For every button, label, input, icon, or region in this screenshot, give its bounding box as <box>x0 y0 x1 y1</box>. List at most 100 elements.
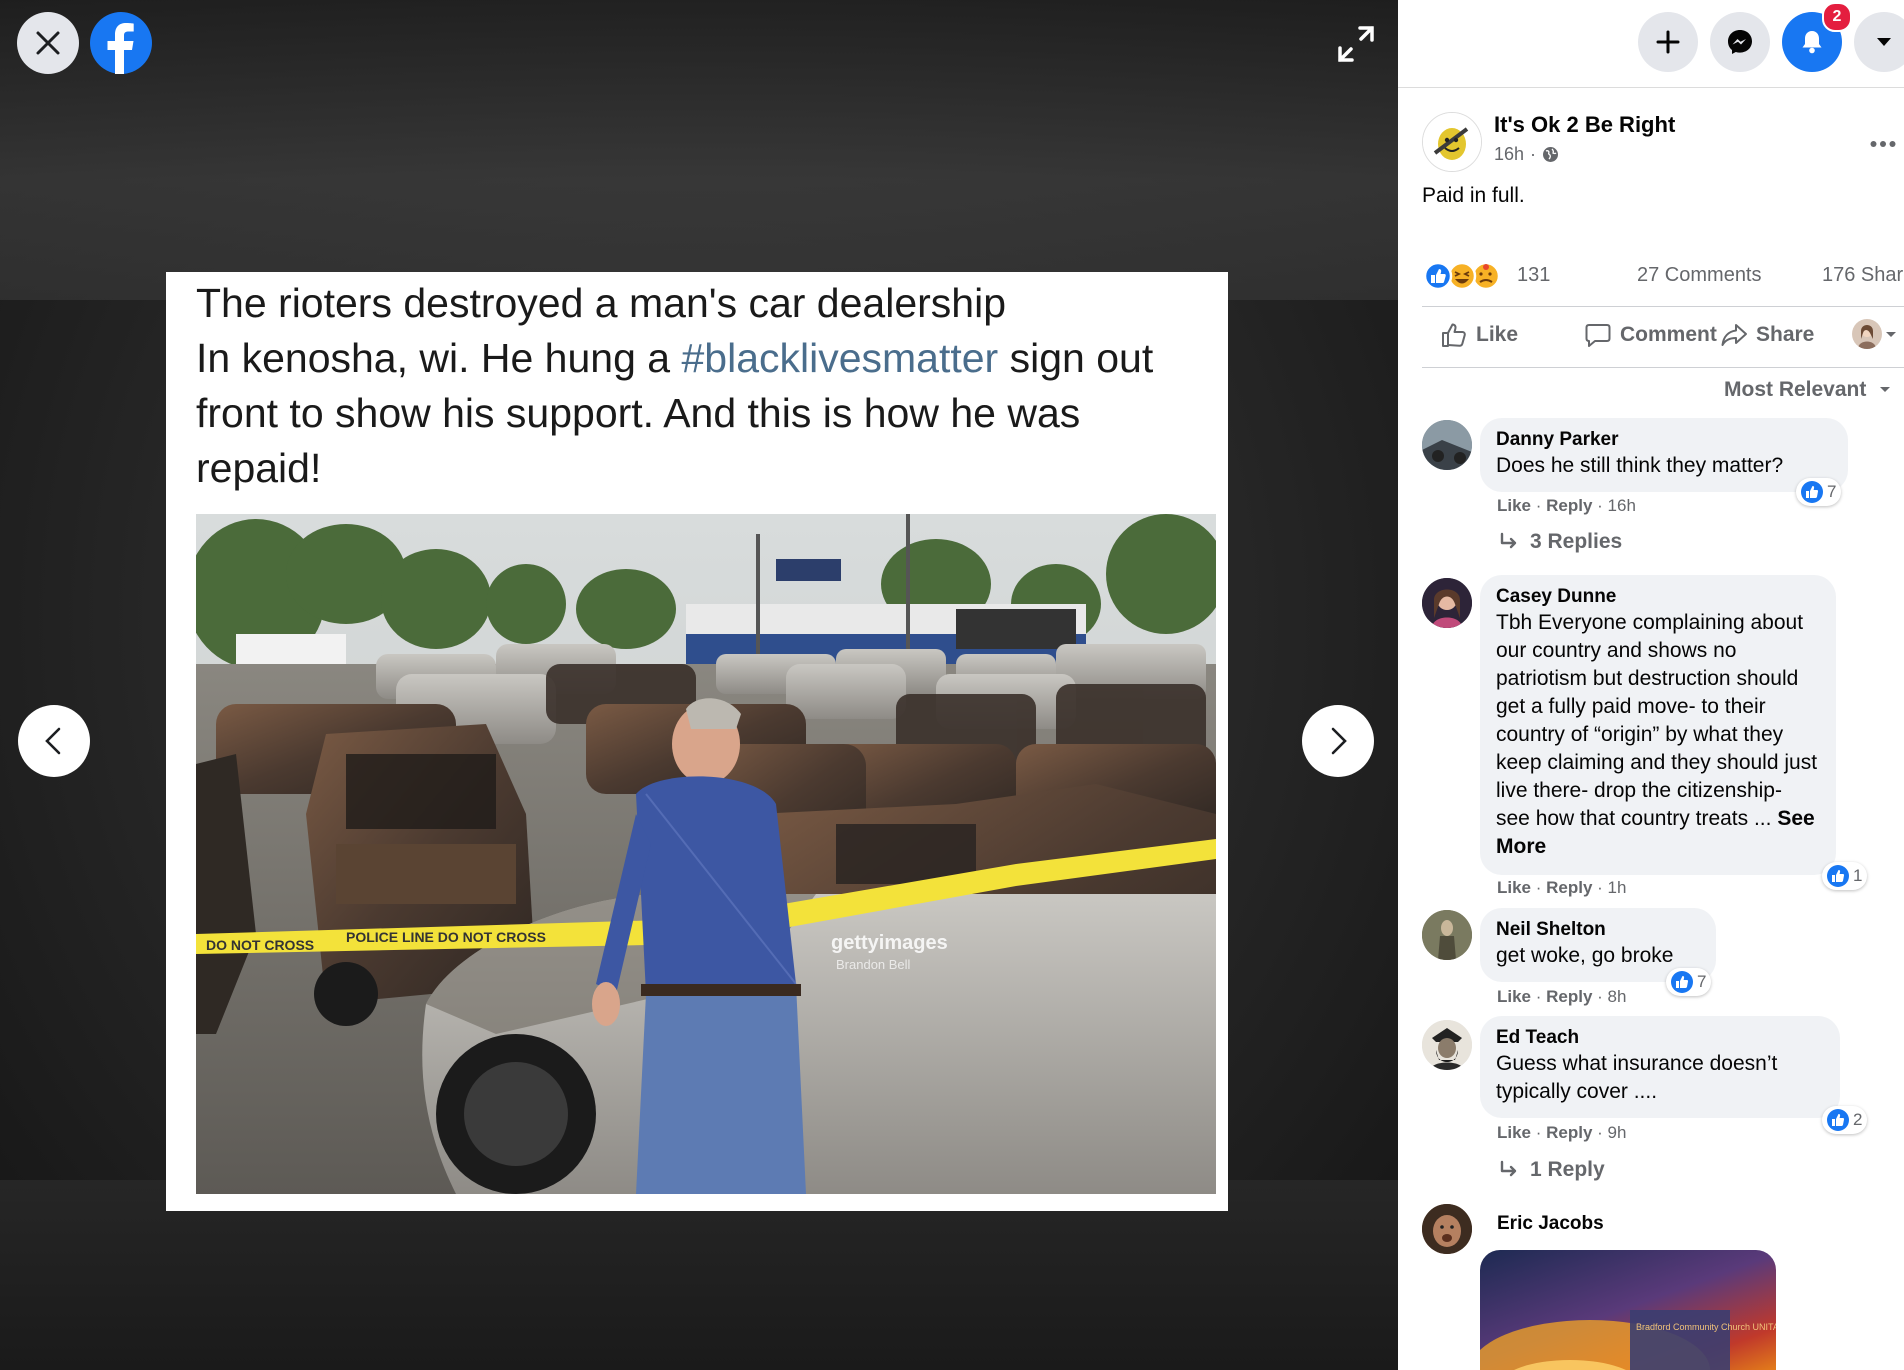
commenter-name[interactable]: Eric Jacobs <box>1497 1212 1604 1236</box>
comment-meta: Like · Reply · 9h <box>1497 1123 1627 1142</box>
like-count: 7 <box>1827 482 1837 501</box>
comment-meta: Like · Reply · 16h <box>1497 496 1636 515</box>
comment-reply-link[interactable]: Reply <box>1546 987 1592 1006</box>
like-reaction-icon <box>1671 971 1693 993</box>
create-button[interactable] <box>1638 12 1698 72</box>
comment-sort-dropdown[interactable]: Most Relevant <box>1724 378 1892 402</box>
commenter-name[interactable]: Neil Shelton <box>1496 918 1700 942</box>
comment-reply-link[interactable]: Reply <box>1546 1123 1592 1142</box>
comment-like-link[interactable]: Like <box>1497 878 1531 897</box>
comment-time[interactable]: 16h <box>1608 496 1636 515</box>
bell-icon <box>1802 31 1822 54</box>
comment-like-link[interactable]: Like <box>1497 496 1531 515</box>
comment-time[interactable]: 8h <box>1608 987 1627 1006</box>
background-blur <box>0 0 1398 300</box>
user-avatar <box>1852 319 1882 349</box>
comment-text: Tbh Everyone complaining about our count… <box>1496 609 1820 861</box>
next-photo-button[interactable] <box>1302 705 1374 777</box>
more-icon <box>1870 141 1896 147</box>
previous-photo-button[interactable] <box>18 705 90 777</box>
share-icon <box>1721 324 1747 346</box>
commenter-name[interactable]: Ed Teach <box>1496 1026 1824 1050</box>
comment-time[interactable]: 9h <box>1608 1123 1627 1142</box>
messenger-icon <box>1728 30 1752 54</box>
meme-caption: The rioters destroyed a man's car dealer… <box>196 276 1206 496</box>
commenter-avatar[interactable] <box>1422 578 1472 628</box>
like-count: 1 <box>1853 866 1863 885</box>
facebook-f-icon <box>107 23 134 74</box>
page-avatar-image <box>1423 113 1481 171</box>
sign-text: Bradford Community Church UNITARIAN UNIV… <box>1636 1322 1776 1332</box>
replies-label: 1 Reply <box>1530 1158 1605 1181</box>
facebook-logo[interactable] <box>90 12 152 74</box>
commenter-avatar[interactable] <box>1422 1204 1472 1254</box>
comment-reply-link[interactable]: Reply <box>1546 878 1592 897</box>
expand-icon <box>1338 26 1374 62</box>
like-button[interactable]: Like <box>1440 321 1518 349</box>
comment-button[interactable]: Comment <box>1584 321 1717 349</box>
comment-bubble: Casey Dunne Tbh Everyone complaining abo… <box>1480 575 1836 875</box>
photo-viewer: The rioters destroyed a man's car dealer… <box>0 0 1398 1370</box>
commenter-avatar[interactable] <box>1422 1020 1472 1070</box>
share-count[interactable]: 176 Shares <box>1822 264 1904 287</box>
comment-like-link[interactable]: Like <box>1497 987 1531 1006</box>
comment-bubble: Danny Parker Does he still think they ma… <box>1480 418 1848 492</box>
watermark-brand: gettyimages <box>831 932 948 954</box>
comment-bubble: Ed Teach Guess what insurance doesn’t ty… <box>1480 1016 1840 1118</box>
reaction-count[interactable]: 131 <box>1517 264 1550 287</box>
commenter-name[interactable]: Danny Parker <box>1496 428 1832 452</box>
post-as-selector[interactable] <box>1852 319 1898 349</box>
reaction-icons[interactable] <box>1422 260 1501 292</box>
page-avatar[interactable] <box>1422 112 1482 172</box>
watermark-credit: Brandon Bell <box>836 957 911 972</box>
globe-icon <box>1543 147 1559 162</box>
comment-image-attachment[interactable]: Bradford Community Church UNITARIAN UNIV… <box>1480 1250 1776 1370</box>
chevron-right-icon <box>1331 727 1347 755</box>
notification-badge: 2 <box>1822 2 1852 32</box>
post-panel: 2 It's Ok 2 Be Right 16h · Paid in full. <box>1398 0 1904 1370</box>
comment-reaction-count[interactable]: 1 <box>1822 862 1868 890</box>
commenter-avatar[interactable] <box>1422 420 1472 470</box>
comment-text: get woke, go broke <box>1496 944 1674 967</box>
messenger-button[interactable] <box>1710 12 1770 72</box>
reply-arrow-icon <box>1500 1160 1517 1177</box>
comment-meta: Like · Reply · 8h <box>1497 987 1627 1006</box>
replies-label: 3 Replies <box>1530 530 1623 553</box>
plus-icon <box>1656 30 1680 54</box>
like-count: 7 <box>1697 972 1707 991</box>
meme-line: The rioters destroyed a man's car dealer… <box>196 280 1006 326</box>
share-button[interactable]: Share <box>1720 321 1814 349</box>
comment-reaction-count[interactable]: 2 <box>1822 1106 1868 1134</box>
post-options-button[interactable] <box>1870 124 1896 155</box>
like-count: 2 <box>1853 1110 1863 1129</box>
comment-image-content: Bradford Community Church UNITARIAN UNIV… <box>1480 1310 1776 1370</box>
comment-reaction-count[interactable]: 7 <box>1796 478 1842 506</box>
view-replies-link[interactable]: 3 Replies <box>1498 530 1622 554</box>
comment-meta: Like · Reply · 1h <box>1497 878 1627 897</box>
account-button[interactable] <box>1854 12 1904 72</box>
comment-count[interactable]: 27 Comments <box>1637 264 1762 287</box>
commenter-name[interactable]: Casey Dunne <box>1496 585 1820 609</box>
post-action-bar: Like Comment Share <box>1422 306 1904 368</box>
post-time-text: 16h <box>1494 144 1525 164</box>
comment-reaction-count[interactable]: 7 <box>1666 968 1712 996</box>
like-reaction-icon <box>1801 481 1823 503</box>
meme-text-span: sign out <box>998 335 1154 381</box>
page-name[interactable]: It's Ok 2 Be Right <box>1494 112 1675 138</box>
view-replies-link[interactable]: 1 Reply <box>1498 1158 1605 1182</box>
comment-reply-link[interactable]: Reply <box>1546 496 1592 515</box>
meme-line: repaid! <box>196 445 322 491</box>
tape-text: POLICE LINE DO NOT CROSS <box>346 929 546 945</box>
reply-arrow-icon <box>1500 532 1517 549</box>
close-button[interactable] <box>17 12 79 74</box>
post-timestamp[interactable]: 16h · <box>1494 144 1559 165</box>
caret-down-icon <box>1877 38 1891 46</box>
fullscreen-button[interactable] <box>1334 22 1378 66</box>
comment-text: Does he still think they matter? <box>1496 454 1784 477</box>
comment-time[interactable]: 1h <box>1608 878 1627 897</box>
caret-down-icon <box>1886 332 1896 337</box>
commenter-avatar[interactable] <box>1422 910 1472 960</box>
comment-like-link[interactable]: Like <box>1497 1123 1531 1142</box>
chevron-left-icon <box>45 727 61 755</box>
post-text: Paid in full. <box>1422 184 1525 207</box>
